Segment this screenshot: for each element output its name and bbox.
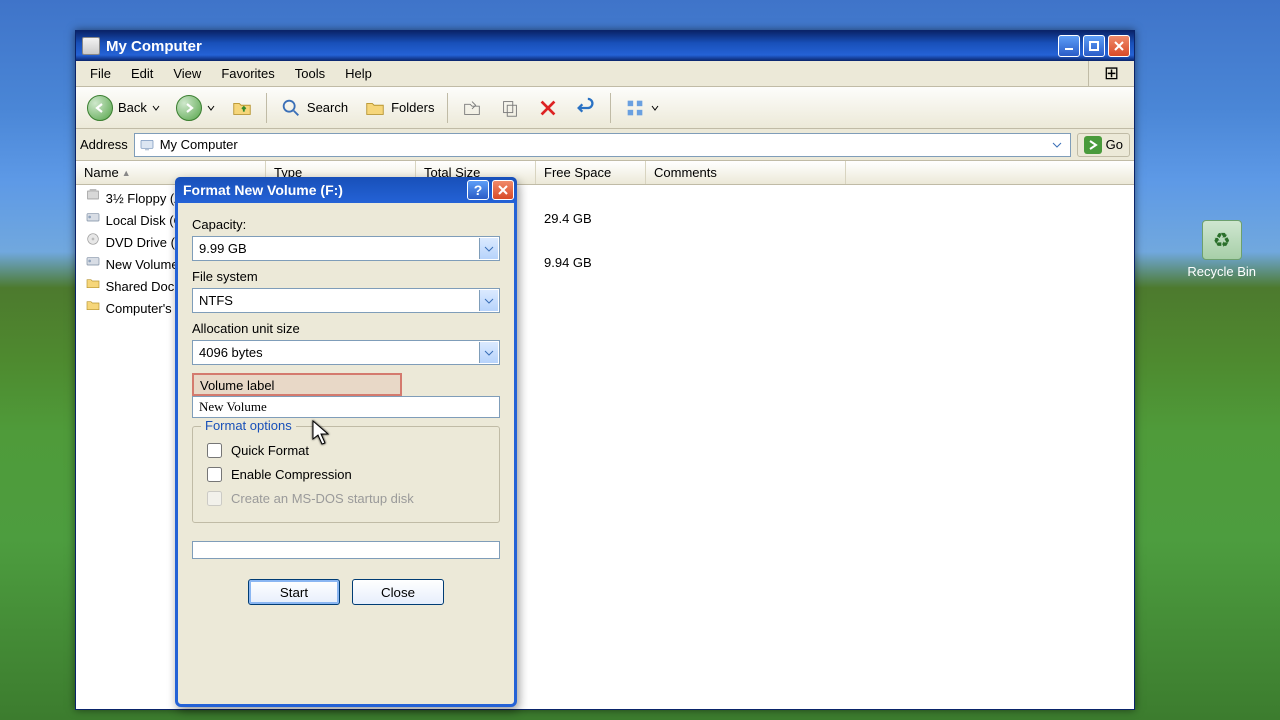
menu-favorites[interactable]: Favorites: [211, 63, 284, 84]
chevron-down-icon: [152, 104, 160, 112]
capacity-label: Capacity:: [192, 217, 500, 232]
chevron-down-icon: [651, 104, 659, 112]
address-label: Address: [80, 137, 128, 152]
chevron-down-icon: [207, 104, 215, 112]
minimize-button[interactable]: [1058, 35, 1080, 57]
enable-compression-checkbox[interactable]: Enable Compression: [203, 464, 489, 485]
address-dropdown[interactable]: [1048, 134, 1066, 156]
window-title: My Computer: [106, 38, 202, 55]
drive-icon: [84, 296, 102, 314]
back-label: Back: [118, 100, 147, 115]
msdos-input: [207, 491, 222, 506]
volume-label-field[interactable]: [192, 396, 500, 418]
allocation-label: Allocation unit size: [192, 321, 500, 336]
help-button[interactable]: ?: [467, 180, 489, 200]
menu-help[interactable]: Help: [335, 63, 382, 84]
quick-format-input[interactable]: [207, 443, 222, 458]
msdos-label: Create an MS-DOS startup disk: [231, 491, 414, 506]
chevron-down-icon: [479, 290, 498, 311]
windows-flag-icon: ⊞: [1088, 61, 1134, 86]
chevron-down-icon: [479, 342, 498, 363]
views-button[interactable]: [617, 92, 666, 124]
search-button[interactable]: Search: [273, 92, 355, 124]
search-icon: [280, 97, 302, 119]
capacity-value: 9.99 GB: [199, 241, 247, 256]
close-button[interactable]: [1108, 35, 1130, 57]
up-button[interactable]: [224, 92, 260, 124]
format-options-title: Format options: [201, 418, 296, 433]
views-icon: [624, 97, 646, 119]
format-dialog: Format New Volume (F:) ? Capacity: 9.99 …: [175, 177, 517, 707]
address-field[interactable]: My Computer: [134, 133, 1071, 157]
filesystem-label: File system: [192, 269, 500, 284]
quick-format-label: Quick Format: [231, 443, 309, 458]
copy-to-icon: [499, 97, 521, 119]
drive-icon: [84, 274, 102, 292]
dialog-titlebar[interactable]: Format New Volume (F:) ?: [175, 177, 517, 203]
menu-edit[interactable]: Edit: [121, 63, 163, 84]
menu-bar: File Edit View Favorites Tools Help ⊞: [76, 61, 1134, 87]
menu-file[interactable]: File: [80, 63, 121, 84]
forward-icon: [176, 95, 202, 121]
drive-icon: [84, 230, 102, 248]
filesystem-value: NTFS: [199, 293, 233, 308]
format-options-group: Format options Quick Format Enable Compr…: [192, 426, 500, 523]
drive-icon: [84, 252, 102, 270]
toolbar: Back Search Folders: [76, 87, 1134, 129]
maximize-button[interactable]: [1083, 35, 1105, 57]
allocation-select[interactable]: 4096 bytes: [192, 340, 500, 365]
close-button[interactable]: Close: [352, 579, 444, 605]
back-button[interactable]: Back: [80, 90, 167, 126]
forward-button[interactable]: [169, 90, 222, 126]
menu-view[interactable]: View: [163, 63, 211, 84]
address-value: My Computer: [160, 137, 238, 152]
msdos-checkbox: Create an MS-DOS startup disk: [203, 488, 489, 509]
delete-button[interactable]: [530, 92, 566, 124]
recycle-label: Recycle Bin: [1187, 264, 1256, 279]
column-header[interactable]: Comments: [646, 161, 846, 184]
undo-icon: [575, 97, 597, 119]
move-to-button[interactable]: [454, 92, 490, 124]
dialog-close-button[interactable]: [492, 180, 514, 200]
go-button[interactable]: Go: [1077, 133, 1130, 157]
allocation-value: 4096 bytes: [199, 345, 263, 360]
filesystem-select[interactable]: NTFS: [192, 288, 500, 313]
volume-label-highlight: Volume label: [192, 373, 402, 396]
column-header[interactable]: Free Space: [536, 161, 646, 184]
capacity-select[interactable]: 9.99 GB: [192, 236, 500, 261]
recycle-bin[interactable]: Recycle Bin: [1187, 220, 1256, 279]
go-icon: [1084, 136, 1102, 154]
menu-tools[interactable]: Tools: [285, 63, 335, 84]
folders-button[interactable]: Folders: [357, 92, 441, 124]
go-label: Go: [1106, 137, 1123, 152]
move-to-icon: [461, 97, 483, 119]
delete-x-icon: [537, 97, 559, 119]
quick-format-checkbox[interactable]: Quick Format: [203, 440, 489, 461]
chevron-down-icon: [479, 238, 498, 259]
folders-icon: [364, 97, 386, 119]
search-label: Search: [307, 100, 348, 115]
computer-icon: [139, 137, 155, 153]
folder-up-icon: [231, 97, 253, 119]
dialog-title: Format New Volume (F:): [183, 182, 343, 198]
computer-icon: [82, 37, 100, 55]
volume-label: Volume label: [200, 378, 394, 393]
start-button[interactable]: Start: [248, 579, 340, 605]
cell: 29.4 GB: [536, 211, 646, 226]
enable-compression-label: Enable Compression: [231, 467, 352, 482]
cell: 9.94 GB: [536, 255, 646, 270]
recycle-icon: [1202, 220, 1242, 260]
undo-button[interactable]: [568, 92, 604, 124]
back-icon: [87, 95, 113, 121]
folders-label: Folders: [391, 100, 434, 115]
address-bar: Address My Computer Go: [76, 129, 1134, 161]
titlebar[interactable]: My Computer: [76, 31, 1134, 61]
progress-bar: [192, 541, 500, 559]
drive-icon: [84, 208, 102, 226]
enable-compression-input[interactable]: [207, 467, 222, 482]
drive-icon: [84, 186, 102, 204]
copy-to-button[interactable]: [492, 92, 528, 124]
